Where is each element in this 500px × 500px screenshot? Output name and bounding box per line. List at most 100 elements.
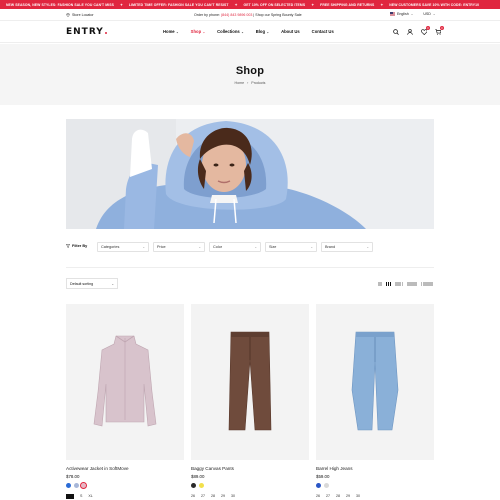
order-phone-text: Order by phone: (844) 843 9896 003 | Sho… [194,13,302,17]
color-swatch[interactable] [198,483,204,488]
currency-selector[interactable]: USD ⌄ [423,12,435,16]
color-swatch[interactable] [316,483,321,488]
size-option[interactable]: 29 [221,494,225,498]
order-prefix: Order by phone: [194,13,220,17]
color-swatch[interactable] [66,483,71,488]
size-option[interactable]: 29 [346,494,350,498]
dropdown-label: Brand [325,245,336,249]
size-option[interactable]: 30 [231,494,235,498]
product-name[interactable]: Barrel High Jeans [316,466,434,471]
cart-button[interactable]: 0 [434,26,444,36]
brand-dropdown[interactable]: Brand ⌄ [321,242,373,252]
product-card[interactable]: Barrel High Jeans $59.00 26 27 28 29 30 [316,304,434,498]
color-swatch[interactable] [191,483,196,488]
color-swatches [66,481,184,490]
logo[interactable]: ENTRY [66,27,108,37]
breadcrumb-current: Products [251,81,266,85]
hero-illustration [66,119,434,229]
breadcrumb-separator: › [247,81,249,85]
page-title: Shop [235,65,265,77]
size-option[interactable]: XL [88,494,92,498]
nav-label: Contact Us [311,29,334,34]
size-option[interactable]: 28 [211,494,215,498]
dropdown-label: Price [157,245,166,249]
size-option[interactable]: 27 [326,494,330,498]
nav-label: Home [163,29,175,34]
size-option[interactable]: S [80,494,82,498]
product-image[interactable] [66,304,184,460]
color-swatch[interactable] [323,483,329,488]
jacket-illustration [93,335,157,427]
location-pin-icon [66,13,70,17]
grid-3-icon[interactable] [385,282,392,286]
sorting-dropdown[interactable]: Default sorting ⌄ [66,278,118,289]
product-image[interactable] [191,304,309,460]
product-card[interactable]: Activewear Jacket in SoftMove $78.00 S X… [66,304,184,499]
order-suffix: | Shop our Spring Bounty Sale [253,13,302,17]
chevron-down-icon: ⌄ [410,12,414,16]
divider [66,267,434,268]
grid-6-icon[interactable] [420,282,433,286]
language-selector[interactable]: English ⌄ [390,12,413,16]
nav-item-shop[interactable]: Shop ⌄ [191,29,205,34]
wishlist-button[interactable]: 0 [420,26,430,36]
size-option[interactable]: 30 [356,494,360,498]
chevron-down-icon: ⌄ [310,245,313,249]
chevron-down-icon: ⌄ [198,245,201,249]
product-name[interactable]: Activewear Jacket in SoftMove [66,466,184,471]
product-card[interactable]: Baggy Canvas Pants $89.00 26 27 28 29 30 [191,304,309,498]
main-menu: Home ⌄ Shop ⌄ Collections ⌄ Blog ⌄ About Us … [163,29,346,34]
grid-5-icon[interactable] [407,282,417,286]
nav-item-collections[interactable]: Collections ⌄ [217,29,244,34]
grid-layout-switcher [378,282,433,286]
price-dropdown[interactable]: Price ⌄ [153,242,205,252]
size-option[interactable]: 26 [191,494,195,498]
announcement-text: FREE SHIPPING AND RETURNS [320,2,375,7]
account-button[interactable] [406,28,414,36]
size-option[interactable]: 27 [201,494,205,498]
header-icons: 0 0 [392,26,444,36]
nav-item-contact[interactable]: Contact Us [312,29,334,34]
dropdown-label: Size [269,245,277,249]
heart-icon [420,29,428,35]
logo-text: ENTRY [66,27,104,37]
size-option[interactable] [66,494,74,499]
color-dropdown[interactable]: Color ⌄ [209,242,261,252]
nav-item-home[interactable]: Home ⌄ [163,29,179,34]
size-options: 26 27 28 29 30 [191,494,309,498]
store-locator-link[interactable]: Store Locator [66,13,94,17]
product-image[interactable] [316,304,434,460]
phone-number[interactable]: (844) 843 9896 003 [221,13,252,17]
nav-item-blog[interactable]: Blog ⌄ [256,29,269,34]
categories-dropdown[interactable]: Categories ⌄ [97,242,149,252]
size-options: S XL [66,494,184,499]
user-icon [407,29,413,35]
pants-illustration [228,331,272,431]
chevron-down-icon: ⌄ [241,29,244,34]
breadcrumb: Home › Products [0,81,500,85]
color-swatch[interactable] [73,483,79,488]
grid-2-icon[interactable] [378,282,382,286]
search-button[interactable] [392,28,400,36]
size-option[interactable]: 28 [336,494,340,498]
nav-item-about[interactable]: About Us [281,29,300,34]
grid-4-icon[interactable] [395,282,404,286]
announcement-text: GET 10% OFF ON SELECTED ITEMS [243,2,306,7]
page-title-banner: Shop Home › Products [0,44,500,105]
product-name[interactable]: Baggy Canvas Pants [191,466,309,471]
nav-label: Shop [190,29,202,34]
chevron-down-icon: ⌄ [266,29,270,34]
sorting-label: Default sorting [70,281,94,286]
nav-label: Blog [255,29,266,34]
search-icon [393,29,399,35]
breadcrumb-home[interactable]: Home [235,81,245,85]
filter-bar: Filter By Categories ⌄ Price ⌄ Color ⌄ Size… [66,241,434,253]
cart-icon [435,29,442,35]
color-swatch[interactable] [79,481,88,490]
color-swatches [316,483,434,488]
size-option[interactable]: 26 [316,494,320,498]
cart-count-badge: 0 [440,26,444,30]
chevron-down-icon: ⌄ [254,245,257,249]
size-dropdown[interactable]: Size ⌄ [265,242,317,252]
wishlist-count-badge: 0 [426,26,430,30]
